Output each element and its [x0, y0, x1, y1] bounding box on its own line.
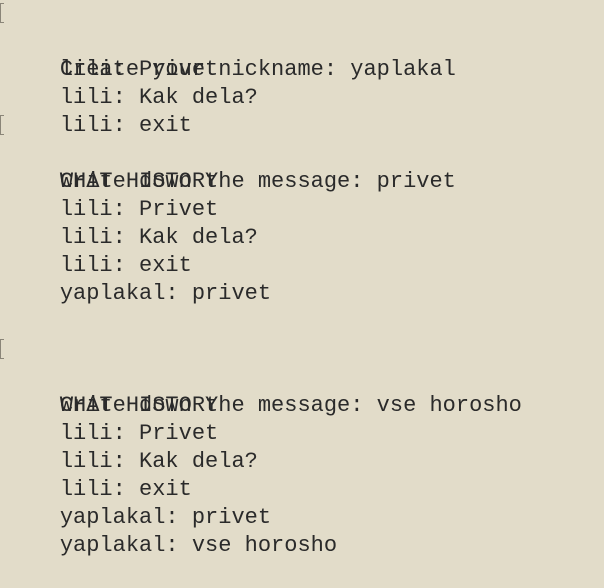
- chat-history-heading: CHAT HISTORY: [0, 364, 604, 418]
- output-line: lili: Privet: [0, 392, 604, 446]
- output-line: lili: Privet: [0, 28, 604, 82]
- prompt-bracket-icon: [0, 339, 4, 359]
- prompt-bracket-icon: [0, 3, 4, 23]
- output-line: lili: Privet: [0, 168, 604, 222]
- output-line: lili: Kak dela?: [0, 56, 604, 110]
- output-line: yaplakal: privet: [0, 476, 604, 530]
- chat-message: yaplakal: vse horosho: [59, 533, 338, 558]
- terminal-window[interactable]: Create your nickname: yaplakal lili: Pri…: [0, 0, 604, 558]
- prompt-line-nickname: Create your nickname: yaplakal: [0, 0, 604, 82]
- chat-message: yaplakal: privet: [59, 281, 272, 306]
- output-line: lili: exit: [0, 84, 604, 138]
- output-line: yaplakal: vse horosho: [0, 504, 604, 558]
- output-line: yaplakal: privet: [0, 252, 604, 306]
- output-line: lili: exit: [0, 448, 604, 502]
- prompt-line-message: Write down the message: vse horosho: [0, 336, 604, 418]
- chat-history-heading: CHAT HISTORY: [0, 140, 604, 194]
- output-line: lili: Kak dela?: [0, 420, 604, 474]
- output-line: lili: Kak dela?: [0, 196, 604, 250]
- output-line: lili: exit: [0, 224, 604, 278]
- prompt-bracket-icon: [0, 115, 4, 135]
- prompt-line-message: Write down the message: privet: [0, 112, 604, 194]
